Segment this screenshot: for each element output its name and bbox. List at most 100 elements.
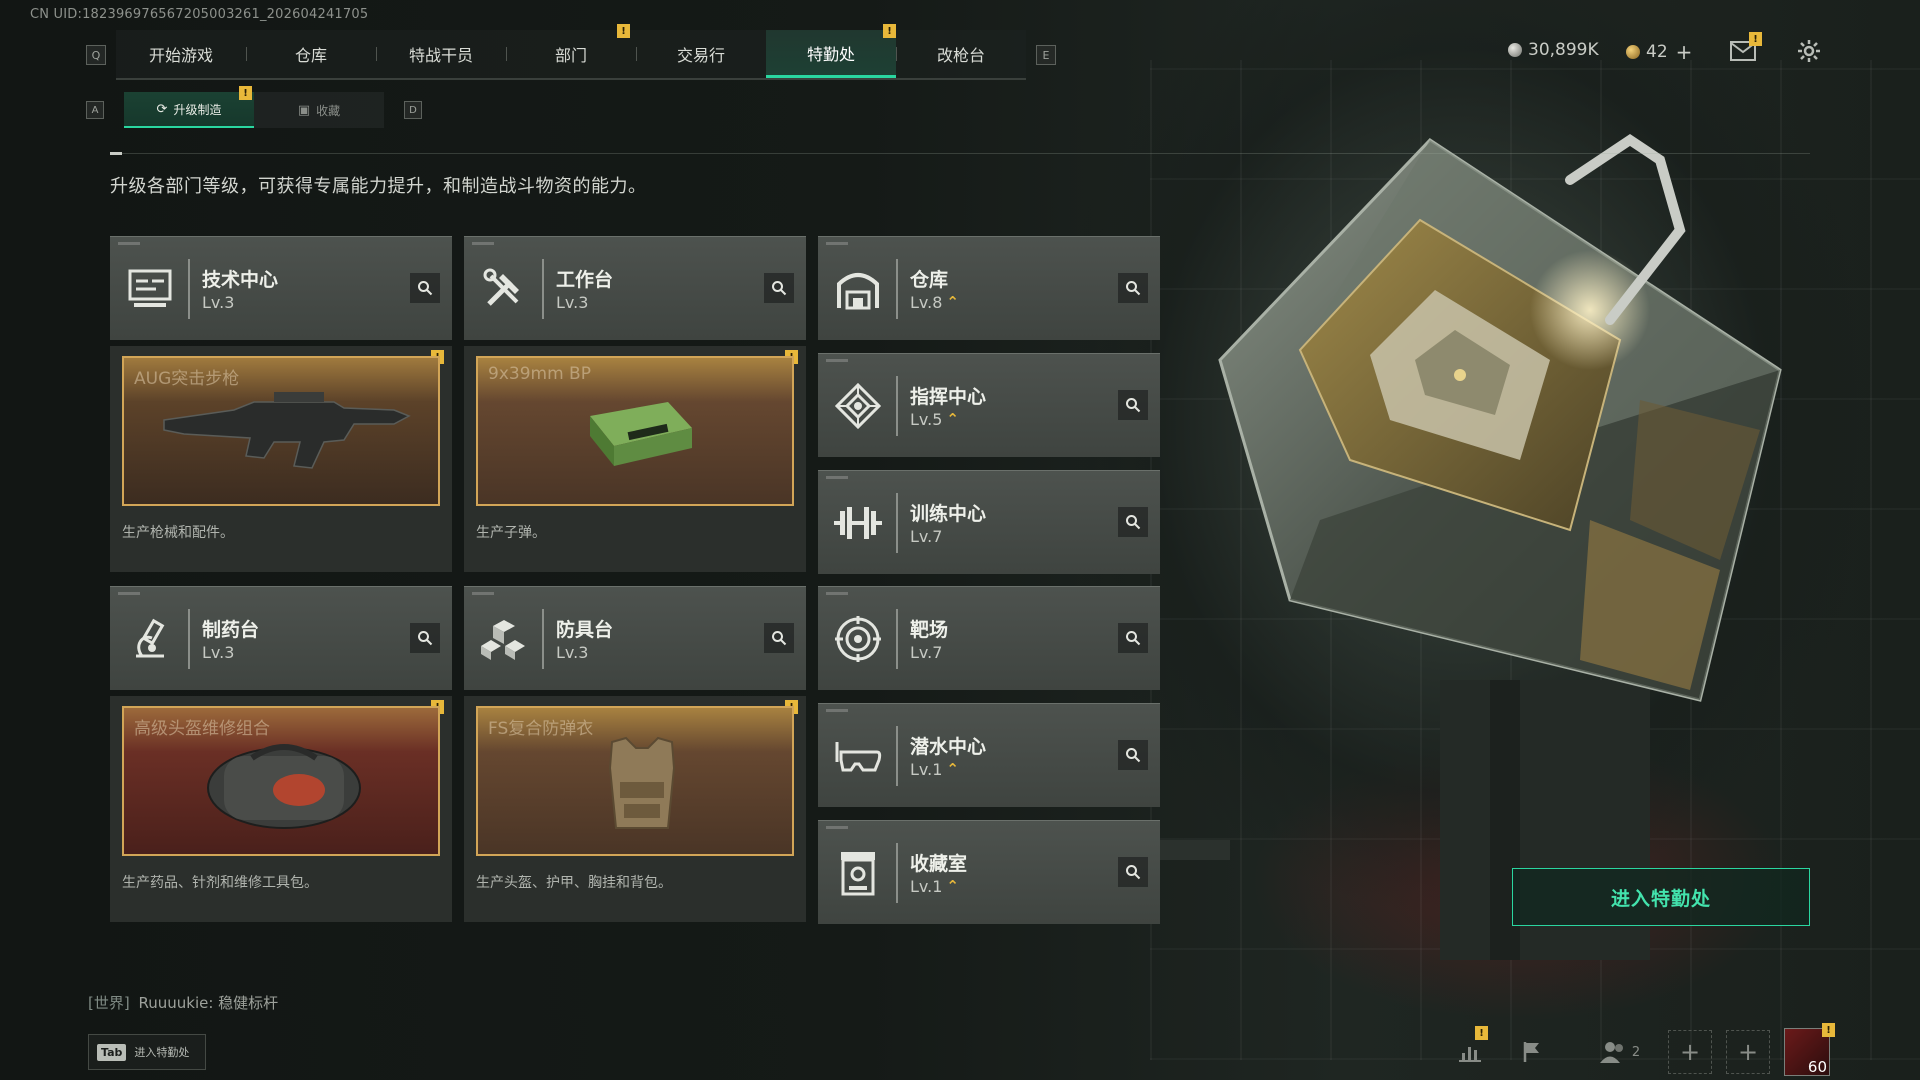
notification-badge: ! <box>617 24 630 38</box>
sub-tabs: ⟳ 升级制造 ! ▣ 收藏 <box>124 86 384 128</box>
tab-department[interactable]: 部门! <box>506 24 636 78</box>
department-name: 训练中心 <box>910 503 987 525</box>
production-description: 生产头盔、护甲、胸挂和背包。 <box>476 875 672 891</box>
mail-icon[interactable]: ! <box>1730 32 1762 64</box>
production-item-title: 高级头盔维修组合 <box>134 719 270 739</box>
search-icon[interactable] <box>1118 623 1148 653</box>
department-card-armor-bench[interactable]: 防具台 Lv.3 <box>464 586 806 690</box>
search-icon[interactable] <box>410 273 440 303</box>
top-navigation: Q 开始游戏 仓库 特战干员 部门! 交易行 特勤处! 改枪台 E <box>86 24 1056 80</box>
upgrade-available-icon: ⌃ <box>946 293 959 311</box>
level-text: Lv.7 <box>910 643 943 662</box>
player-avatar[interactable]: ! 60 <box>1784 1023 1835 1076</box>
tab-gunsmith[interactable]: 改枪台 <box>896 30 1026 78</box>
production-panel-armor[interactable]: ! FS复合防弹衣 生产头盔、护甲、胸挂和背包。 <box>464 696 806 922</box>
search-icon[interactable] <box>1118 390 1148 420</box>
premium-balance[interactable]: 42 + <box>1626 40 1692 64</box>
search-icon[interactable] <box>764 623 794 653</box>
department-level: Lv.7 <box>910 527 942 546</box>
card-separator <box>542 609 544 669</box>
department-card-pharmacy[interactable]: 制药台 Lv.3 <box>110 586 452 690</box>
add-teammate-slot-2[interactable]: + <box>1726 1030 1770 1074</box>
search-icon[interactable] <box>764 273 794 303</box>
pharmacy-icon <box>124 613 176 665</box>
tab-start-game[interactable]: 开始游戏 <box>116 30 246 78</box>
search-icon[interactable] <box>1118 740 1148 770</box>
diving-center-icon <box>832 730 884 782</box>
upgrade-available-icon: ⌃ <box>946 877 959 895</box>
subtab-collection[interactable]: ▣ 收藏 <box>254 92 384 128</box>
upgrade-icon: ⟳ <box>156 101 168 117</box>
tab-trading[interactable]: 交易行 <box>636 30 766 78</box>
next-tab-key[interactable]: E <box>1036 45 1056 65</box>
next-subtab-key[interactable]: D <box>404 101 422 119</box>
production-panel-medical[interactable]: ! 高级头盔维修组合 生产药品、针剂和维修工具包。 <box>110 696 452 922</box>
tab-key: Tab <box>97 1043 127 1061</box>
add-teammate-slot-1[interactable]: + <box>1668 1030 1712 1074</box>
production-description: 生产药品、针剂和维修工具包。 <box>122 875 318 891</box>
department-card-diving-center[interactable]: 潜水中心 Lv.1 ⌃ <box>818 703 1160 807</box>
department-card-collection-room[interactable]: 收藏室 Lv.1 ⌃ <box>818 820 1160 924</box>
card-decor <box>118 592 140 595</box>
tab-operators[interactable]: 特战干员 <box>376 30 506 78</box>
tab-special-ops[interactable]: 特勤处! <box>766 24 896 78</box>
department-name: 收藏室 <box>910 853 968 875</box>
production-item-title: AUG突击步枪 <box>134 369 240 389</box>
settings-gear-icon[interactable] <box>1796 38 1822 64</box>
search-icon[interactable] <box>410 623 440 653</box>
card-decor <box>826 359 848 362</box>
shooting-range-icon <box>832 613 884 665</box>
production-item-title: FS复合防弹衣 <box>488 719 594 739</box>
department-card-workbench[interactable]: 工作台 Lv.3 <box>464 236 806 340</box>
coin-icon <box>1508 43 1522 57</box>
tab-label: 交易行 <box>676 46 725 65</box>
subtab-upgrade-craft[interactable]: ⟳ 升级制造 ! <box>124 86 254 128</box>
card-decor <box>826 709 848 712</box>
collection-icon: ▣ <box>297 102 311 118</box>
coin-amount: 30,899K <box>1528 40 1599 60</box>
search-icon[interactable] <box>1118 507 1148 537</box>
flag-icon[interactable] <box>1510 1030 1554 1074</box>
level-text: Lv.1 <box>910 760 943 779</box>
prev-tab-key[interactable]: Q <box>86 45 106 65</box>
production-panel-ammo[interactable]: ! 9x39mm BP 生产子弹。 <box>464 346 806 572</box>
enter-special-ops-button[interactable]: 进入特勤处 <box>1512 868 1810 926</box>
department-card-shooting-range[interactable]: 靶场 Lv.7 <box>818 586 1160 690</box>
page-description: 升级各部门等级，可获得专属能力提升，和制造战斗物资的能力。 <box>110 176 647 197</box>
card-separator <box>896 493 898 553</box>
subtab-label: 收藏 <box>316 103 341 118</box>
card-separator <box>188 609 190 669</box>
friends-icon[interactable]: 2 <box>1590 1030 1650 1074</box>
card-decor <box>826 476 848 479</box>
card-decor <box>826 242 848 245</box>
prev-subtab-key[interactable]: A <box>86 101 104 119</box>
card-decor <box>826 592 848 595</box>
department-card-warehouse[interactable]: 仓库 Lv.8 ⌃ <box>818 236 1160 340</box>
chat-line[interactable]: [世界] Ruuuukie: 稳健标杆 <box>88 992 278 1013</box>
department-level: Lv.7 <box>910 643 942 662</box>
tab-warehouse[interactable]: 仓库 <box>246 30 376 78</box>
level-text: Lv.3 <box>556 293 589 312</box>
armor-bench-icon <box>478 613 530 665</box>
player-uid: CN UID:18239697656720500326​1_2026042417… <box>30 7 369 22</box>
search-icon[interactable] <box>1118 273 1148 303</box>
premium-amount: 42 <box>1646 42 1668 62</box>
card-separator <box>896 843 898 903</box>
card-decor <box>472 242 494 245</box>
add-currency-button[interactable]: + <box>1676 40 1693 64</box>
department-card-training-center[interactable]: 训练中心 Lv.7 <box>818 470 1160 574</box>
production-panel-gun[interactable]: ! AUG突击步枪 生产枪械和配件。 <box>110 346 452 572</box>
tab-hint-button[interactable]: Tab 进入特勤处 <box>88 1034 206 1070</box>
divider-mark <box>110 152 122 155</box>
stats-chart-icon[interactable]: ! <box>1448 1026 1492 1074</box>
command-center-icon <box>832 380 884 432</box>
department-card-command-center[interactable]: 指挥中心 Lv.5 ⌃ <box>818 353 1160 457</box>
department-card-tech-center[interactable]: 技术中心 Lv.3 <box>110 236 452 340</box>
department-level: Lv.1 ⌃ <box>910 760 959 779</box>
notification-badge: ! <box>239 86 252 100</box>
coin-balance[interactable]: 30,899K <box>1508 40 1599 60</box>
notification-badge: ! <box>1749 32 1762 46</box>
workbench-icon <box>478 263 530 315</box>
search-icon[interactable] <box>1118 857 1148 887</box>
tab-hint-label: 进入特勤处 <box>134 1046 190 1059</box>
